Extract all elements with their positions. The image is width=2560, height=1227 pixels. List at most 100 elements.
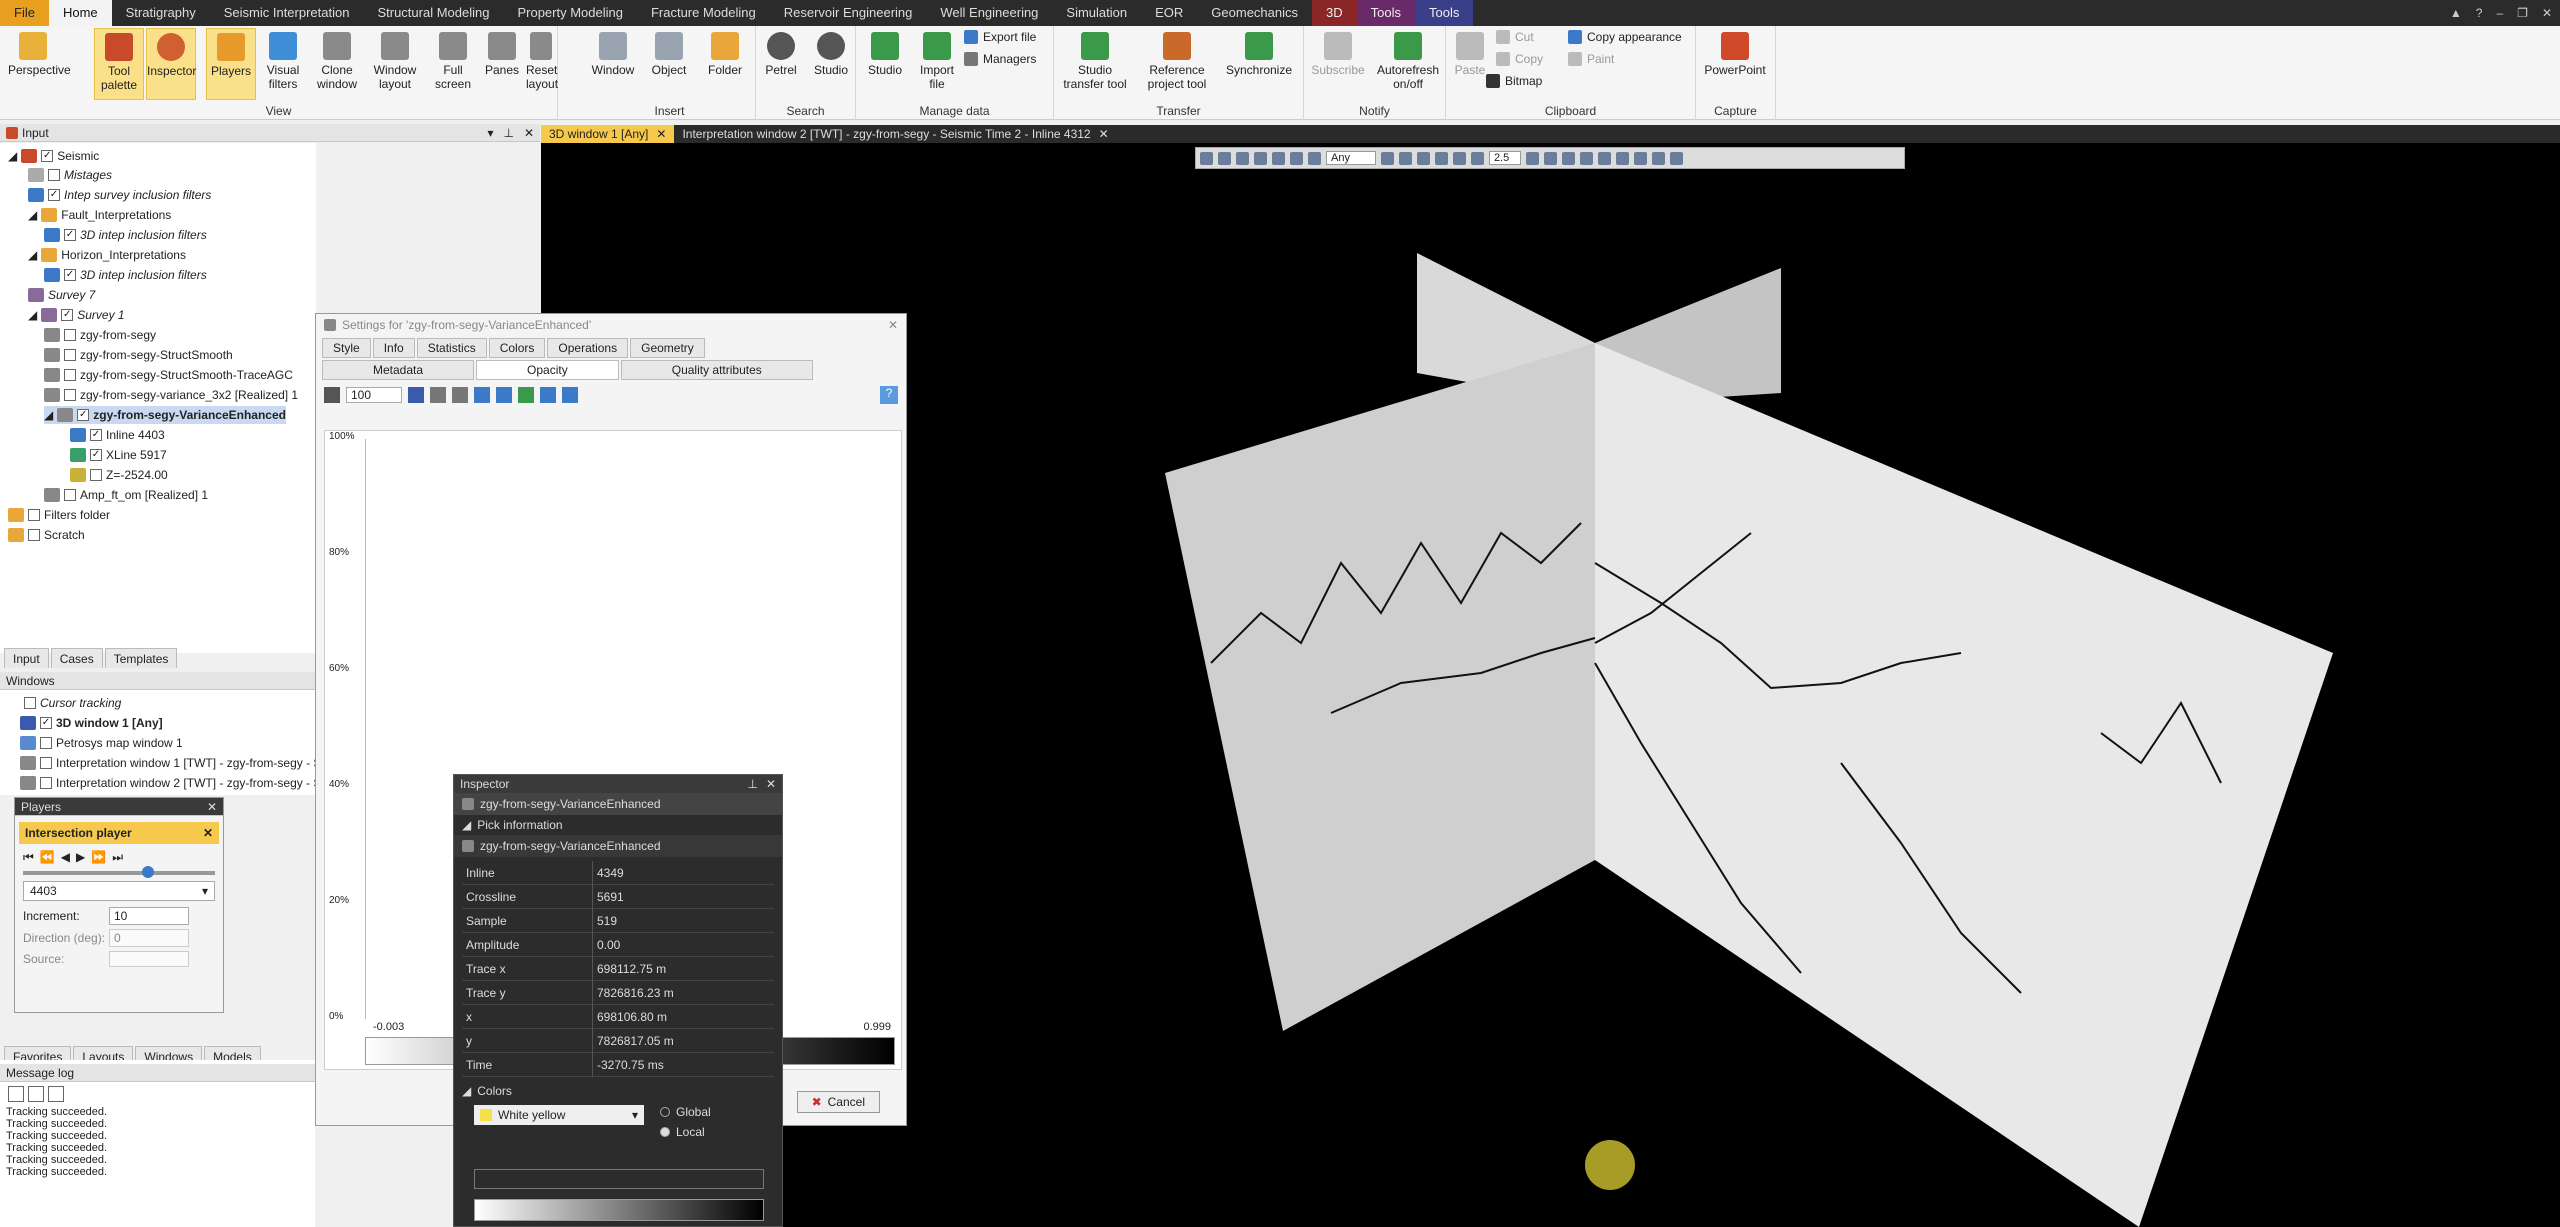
zoom-in-icon[interactable]	[474, 387, 490, 403]
tree-item-fault-interpretations[interactable]: ◢ Fault_Interpretations	[28, 206, 171, 224]
checkbox[interactable]	[40, 777, 52, 789]
colortable-dropdown[interactable]	[474, 1169, 764, 1189]
player-slider[interactable]	[23, 866, 215, 878]
tab-templates[interactable]: Templates	[104, 648, 178, 668]
checkbox[interactable]	[90, 469, 102, 481]
paint-button[interactable]: Paint	[1568, 52, 1614, 66]
tab-info[interactable]: Info	[372, 338, 415, 358]
vertical-exaggeration-field[interactable]: 2.5	[1489, 151, 1521, 165]
tree-item-3d-intep-filters-1[interactable]: ✓ 3D intep inclusion filters	[44, 226, 207, 244]
window-item-interp-2[interactable]: Interpretation window 2 [TWT] - zgy-from…	[20, 774, 328, 792]
tab-opacity[interactable]: Opacity	[476, 360, 619, 380]
tree-item-intep-survey-filters[interactable]: ✓ Intep survey inclusion filters	[28, 186, 211, 204]
menu-file[interactable]: File	[0, 0, 49, 26]
menu-3d[interactable]: 3D	[1312, 0, 1357, 26]
tree-item-survey-1[interactable]: ◢ ✓ Survey 1	[28, 306, 125, 324]
play-icon[interactable]: ▶	[76, 850, 85, 865]
help-icon[interactable]: ?	[880, 386, 898, 404]
view-icon[interactable]	[1236, 151, 1249, 165]
subscribe-button[interactable]: Subscribe	[1308, 28, 1368, 100]
tab-metadata[interactable]: Metadata	[322, 360, 475, 380]
paste-button[interactable]: Paste	[1450, 28, 1490, 100]
studio-button[interactable]: Studio	[860, 28, 910, 100]
export-file-button[interactable]: Export file	[964, 30, 1036, 44]
close-icon[interactable]: ✕	[524, 126, 534, 140]
menu-property-modeling[interactable]: Property Modeling	[503, 0, 637, 26]
zoom-select[interactable]: 100	[346, 387, 402, 403]
checkbox[interactable]: ✓	[41, 150, 54, 162]
menu-tools-context[interactable]: Tools	[1356, 0, 1415, 26]
close-icon[interactable]: ✕	[1099, 125, 1109, 143]
menu-tools-context-2[interactable]: Tools	[1415, 0, 1474, 26]
checkbox[interactable]: ✓	[90, 449, 102, 461]
direction-input[interactable]: 0	[109, 929, 189, 947]
visual-filters-button[interactable]: Visual filters	[258, 28, 308, 100]
search-studio-button[interactable]: Studio	[806, 28, 856, 100]
tree-item-filters-folder[interactable]: Filters folder	[8, 506, 110, 524]
checkbox[interactable]: ✓	[61, 309, 74, 321]
checkbox[interactable]: ✓	[77, 409, 90, 421]
import-file-button[interactable]: Import file	[912, 28, 962, 100]
close-icon[interactable]: ✕	[2542, 6, 2552, 20]
insert-object-button[interactable]: Object	[644, 28, 694, 100]
settings-icon[interactable]	[1652, 151, 1665, 165]
menu-eor[interactable]: EOR	[1141, 0, 1197, 26]
menu-geomechanics[interactable]: Geomechanics	[1197, 0, 1312, 26]
tab-cases[interactable]: Cases	[50, 648, 103, 668]
reset-icon[interactable]	[518, 387, 534, 403]
tree-item-horizon-interpretations[interactable]: ◢ Horizon_Interpretations	[28, 246, 186, 264]
intersection-player-bar[interactable]: Intersection player ✕	[19, 822, 219, 844]
checkbox[interactable]	[28, 509, 40, 521]
studio-transfer-tool-button[interactable]: Studio transfer tool	[1058, 28, 1132, 100]
tree-item-amp[interactable]: Amp_ft_om [Realized] 1	[44, 486, 208, 504]
tree-item-zgy-structsmooth[interactable]: zgy-from-segy-StructSmooth	[44, 346, 233, 364]
cut-button[interactable]: Cut	[1496, 30, 1534, 44]
clear-log-icon[interactable]	[8, 1086, 24, 1102]
tab-statistics[interactable]: Statistics	[416, 338, 487, 358]
copy-appearance-button[interactable]: Copy appearance	[1568, 30, 1682, 44]
menu-stratigraphy[interactable]: Stratigraphy	[112, 0, 210, 26]
copy-button[interactable]: Copy	[1496, 52, 1543, 66]
tab-quality-attributes[interactable]: Quality attributes	[620, 360, 813, 380]
pin-icon[interactable]: ⊥	[503, 126, 513, 140]
screenshot-icon[interactable]	[1634, 151, 1647, 165]
close-icon[interactable]: ✕	[203, 826, 213, 840]
restore-icon[interactable]: ❐	[2517, 6, 2528, 20]
close-icon[interactable]: ✕	[207, 800, 217, 814]
camera-icon[interactable]	[1453, 151, 1466, 165]
undo-icon[interactable]	[540, 387, 556, 403]
pin-icon[interactable]: ⊥	[747, 777, 757, 791]
checkbox[interactable]	[64, 369, 76, 381]
checkbox[interactable]	[64, 489, 76, 501]
window-item-interp-1[interactable]: Interpretation window 1 [TWT] - zgy-from…	[20, 754, 328, 772]
remove-point-icon[interactable]	[452, 387, 468, 403]
search-petrel-button[interactable]: Petrel	[756, 28, 806, 100]
checkbox[interactable]	[28, 529, 40, 541]
tab-geometry[interactable]: Geometry	[630, 338, 705, 358]
inspector-button[interactable]: Inspector	[146, 28, 196, 100]
managers-button[interactable]: Managers	[964, 52, 1036, 66]
zoom-out-icon[interactable]	[496, 387, 512, 403]
powerpoint-button[interactable]: PowerPoint	[1698, 28, 1772, 100]
checkbox[interactable]: ✓	[64, 229, 76, 241]
pick-info-header[interactable]: ◢ Pick information	[454, 815, 782, 835]
source-input[interactable]	[109, 951, 189, 967]
domain-select[interactable]: Any	[1326, 151, 1376, 165]
full-screen-button[interactable]: Full screen	[428, 28, 478, 100]
close-icon[interactable]: ✕	[888, 318, 898, 332]
top-view-icon[interactable]	[1399, 151, 1412, 165]
annotation-icon[interactable]	[1598, 151, 1611, 165]
player-value-field[interactable]: 4403 ▾	[23, 881, 215, 901]
tree-item-3d-intep-filters-2[interactable]: ✓ 3D intep inclusion filters	[44, 266, 207, 284]
tree-item-xline[interactable]: ✓ XLine 5917	[70, 446, 167, 464]
axis-icon[interactable]	[1562, 151, 1575, 165]
window-item-cursor-tracking[interactable]: Cursor tracking	[24, 694, 121, 712]
insert-window-button[interactable]: Window	[588, 28, 638, 100]
color-legend-icon[interactable]	[1616, 151, 1629, 165]
last-icon[interactable]: ⏭	[112, 850, 123, 865]
tree-item-zgy-variance[interactable]: zgy-from-segy-variance_3x2 [Realized] 1	[44, 386, 298, 404]
checkbox[interactable]	[40, 757, 52, 769]
window-item-3d-window[interactable]: ✓ 3D window 1 [Any]	[20, 714, 163, 732]
tree-item-scratch[interactable]: Scratch	[8, 526, 85, 544]
select-icon[interactable]	[1218, 151, 1231, 165]
